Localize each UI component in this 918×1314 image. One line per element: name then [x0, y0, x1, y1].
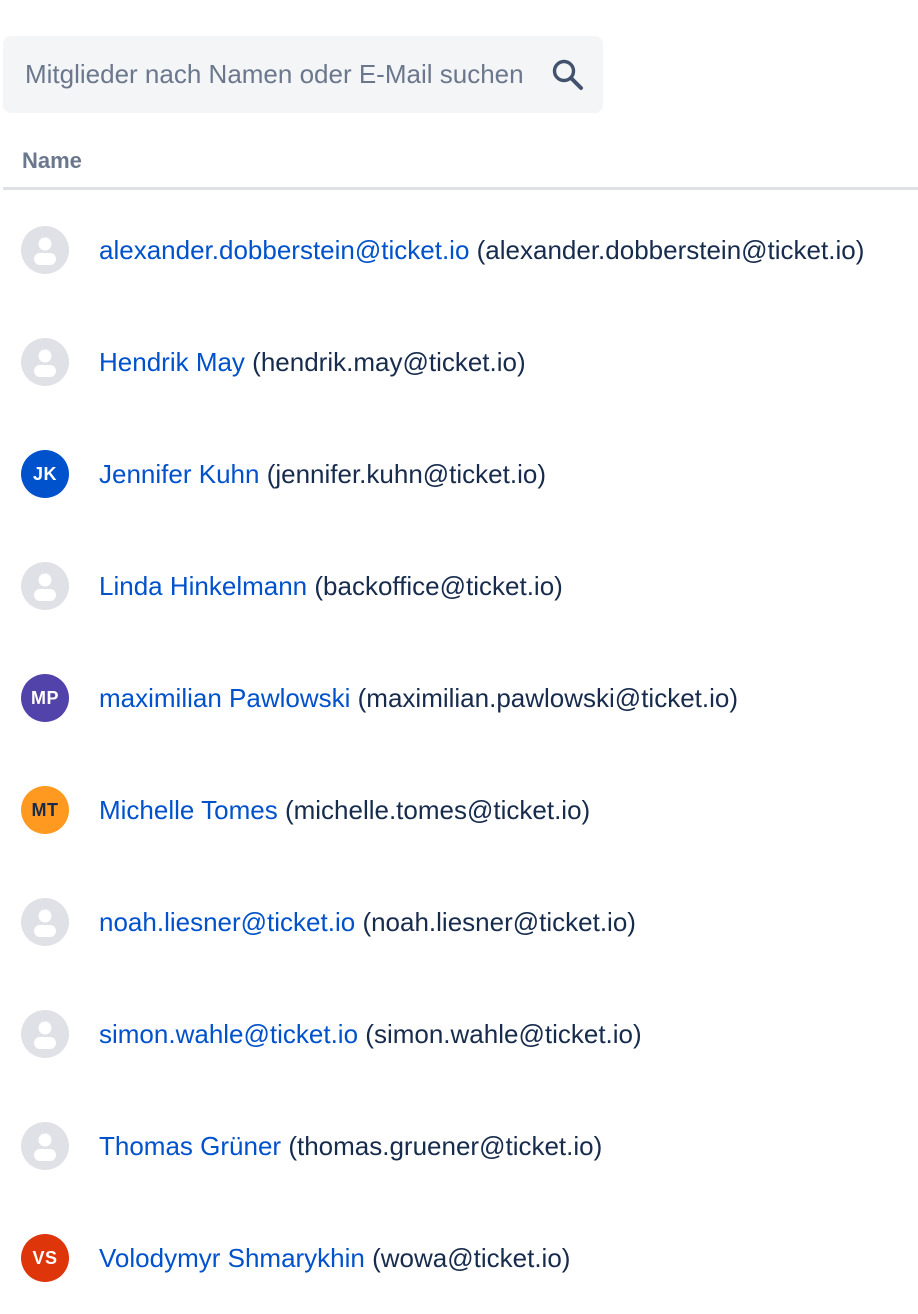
- member-text: maximilian Pawlowski (maximilian.pawlows…: [99, 685, 738, 711]
- member-text: Jennifer Kuhn (jennifer.kuhn@ticket.io): [99, 461, 546, 487]
- member-row: Linda Hinkelmann (backoffice@ticket.io): [0, 530, 918, 642]
- member-row: noah.liesner@ticket.io (noah.liesner@tic…: [0, 866, 918, 978]
- member-name-link[interactable]: alexander.dobberstein@ticket.io: [99, 235, 469, 265]
- member-name-link[interactable]: Michelle Tomes: [99, 795, 278, 825]
- avatar-initials: JK: [32, 463, 57, 484]
- search-box: [3, 36, 603, 113]
- member-list: alexander.dobberstein@ticket.io (alexand…: [0, 194, 918, 1314]
- member-row: MT Michelle Tomes (michelle.tomes@ticket.…: [0, 754, 918, 866]
- member-email: (alexander.dobberstein@ticket.io): [476, 235, 865, 265]
- avatar: JK: [21, 450, 69, 498]
- member-email: (maximilian.pawlowski@ticket.io): [357, 683, 739, 713]
- avatar-initials: VS: [32, 1247, 58, 1268]
- member-row: simon.wahle@ticket.io (simon.wahle@ticke…: [0, 978, 918, 1090]
- member-name-link[interactable]: Hendrik May: [99, 347, 245, 377]
- member-row: Thomas Grüner (thomas.gruener@ticket.io): [0, 1090, 918, 1202]
- member-email: (backoffice@ticket.io): [314, 571, 563, 601]
- member-row: JK Jennifer Kuhn (jennifer.kuhn@ticket.io…: [0, 418, 918, 530]
- member-row: VS Volodymyr Shmarykhin (wowa@ticket.io): [0, 1202, 918, 1314]
- member-name-link[interactable]: Linda Hinkelmann: [99, 571, 307, 601]
- member-name-link[interactable]: Volodymyr Shmarykhin: [99, 1243, 365, 1273]
- default-avatar-icon: [21, 898, 69, 946]
- member-name-link[interactable]: maximilian Pawlowski: [99, 683, 350, 713]
- column-header-name[interactable]: Name: [22, 148, 82, 174]
- member-email: (thomas.gruener@ticket.io): [288, 1131, 603, 1161]
- member-text: Linda Hinkelmann (backoffice@ticket.io): [99, 573, 563, 599]
- member-name-link[interactable]: Jennifer Kuhn: [99, 459, 259, 489]
- member-text: Thomas Grüner (thomas.gruener@ticket.io): [99, 1133, 602, 1159]
- member-text: simon.wahle@ticket.io (simon.wahle@ticke…: [99, 1021, 642, 1047]
- member-name-link[interactable]: Thomas Grüner: [99, 1131, 281, 1161]
- member-email: (noah.liesner@ticket.io): [362, 907, 636, 937]
- default-avatar-icon: [21, 562, 69, 610]
- member-email: (simon.wahle@ticket.io): [365, 1019, 642, 1049]
- member-text: noah.liesner@ticket.io (noah.liesner@tic…: [99, 909, 636, 935]
- avatar: VS: [21, 1234, 69, 1282]
- avatar: MT: [21, 786, 69, 834]
- member-name-link[interactable]: noah.liesner@ticket.io: [99, 907, 355, 937]
- member-row: alexander.dobberstein@ticket.io (alexand…: [0, 194, 918, 306]
- member-email: (wowa@ticket.io): [372, 1243, 571, 1273]
- default-avatar-icon: [21, 226, 69, 274]
- member-text: Michelle Tomes (michelle.tomes@ticket.io…: [99, 797, 590, 823]
- member-email: (michelle.tomes@ticket.io): [284, 795, 591, 825]
- default-avatar-icon: [21, 1122, 69, 1170]
- member-text: alexander.dobberstein@ticket.io (alexand…: [99, 237, 864, 263]
- search-icon[interactable]: [551, 58, 585, 92]
- member-name-link[interactable]: simon.wahle@ticket.io: [99, 1019, 358, 1049]
- default-avatar-icon: [21, 1010, 69, 1058]
- search-input[interactable]: [25, 54, 543, 94]
- member-text: Hendrik May (hendrik.may@ticket.io): [99, 349, 526, 375]
- default-avatar-icon: [21, 338, 69, 386]
- avatar-initials: MP: [31, 687, 59, 708]
- member-row: Hendrik May (hendrik.may@ticket.io): [0, 306, 918, 418]
- avatar-initials: MT: [31, 799, 59, 820]
- member-row: MP maximilian Pawlowski (maximilian.pawlo…: [0, 642, 918, 754]
- member-email: (jennifer.kuhn@ticket.io): [266, 459, 546, 489]
- member-email: (hendrik.may@ticket.io): [252, 347, 526, 377]
- avatar: MP: [21, 674, 69, 722]
- member-text: Volodymyr Shmarykhin (wowa@ticket.io): [99, 1245, 570, 1271]
- header-divider: [3, 187, 918, 190]
